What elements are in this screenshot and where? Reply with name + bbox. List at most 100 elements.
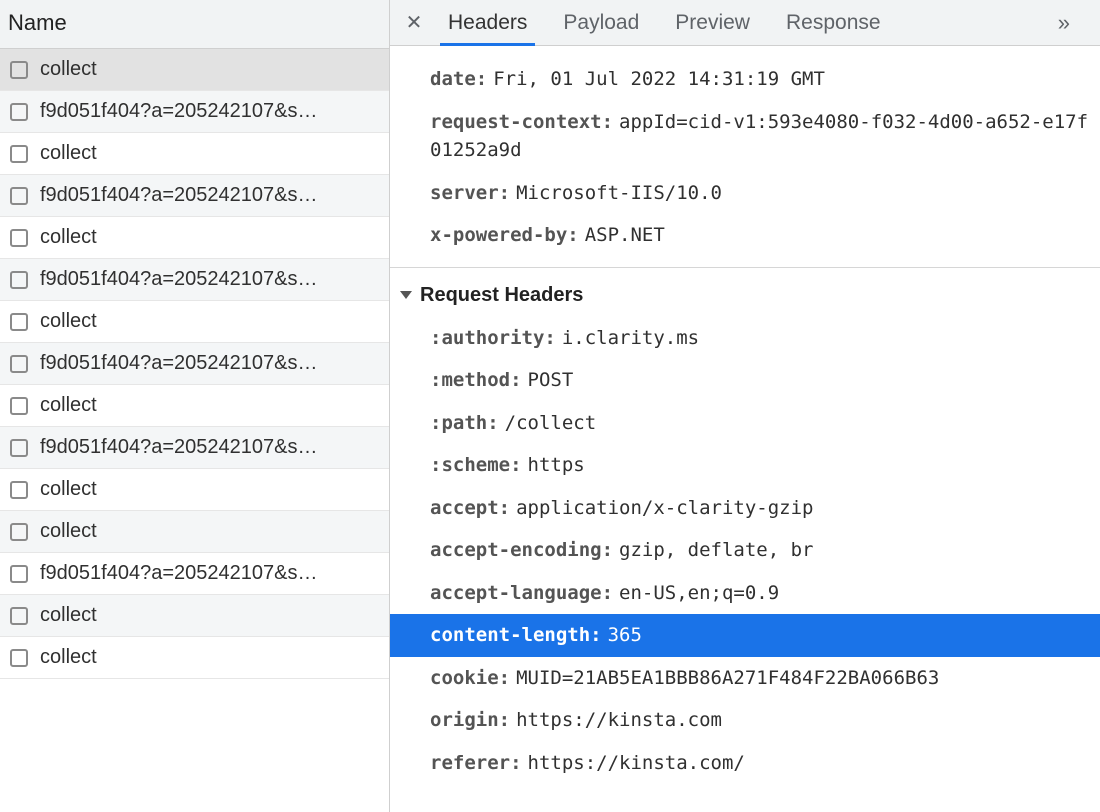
request-name: collect [40, 646, 97, 669]
checkbox-icon[interactable] [10, 523, 28, 541]
checkbox-icon[interactable] [10, 481, 28, 499]
header-value: application/x-clarity-gzip [516, 497, 813, 519]
header-value: en-US,en;q=0.9 [619, 582, 779, 604]
header-key: content-length: [430, 624, 602, 646]
checkbox-icon[interactable] [10, 145, 28, 163]
header-value: https [528, 454, 585, 476]
header-row[interactable]: :scheme: https [390, 444, 1100, 487]
header-row[interactable]: request-context:appId=cid-v1:593e4080-f0… [390, 101, 1100, 172]
request-row[interactable]: f9d051f404?a=205242107&s… [0, 427, 389, 469]
header-value: Microsoft-IIS/10.0 [516, 182, 722, 204]
header-key: date: [430, 68, 487, 90]
headers-pane: date: Fri, 01 Jul 2022 14:31:19 GMT reques… [390, 46, 1100, 812]
header-key: server: [430, 182, 510, 204]
request-name: collect [40, 142, 97, 165]
request-row[interactable]: f9d051f404?a=205242107&s… [0, 343, 389, 385]
request-name: collect [40, 310, 97, 333]
checkbox-icon[interactable] [10, 607, 28, 625]
checkbox-icon[interactable] [10, 103, 28, 121]
header-key: accept-language: [430, 582, 613, 604]
more-tabs-icon[interactable]: » [1038, 10, 1092, 36]
header-row[interactable]: content-length:365 [390, 614, 1100, 657]
request-name: f9d051f404?a=205242107&s… [40, 100, 317, 123]
details-tabbar: ✕ HeadersPayloadPreviewResponse » [390, 0, 1100, 46]
header-value: POST [528, 369, 574, 391]
header-row[interactable]: date: Fri, 01 Jul 2022 14:31:19 GMT [390, 58, 1100, 101]
request-name: f9d051f404?a=205242107&s… [40, 184, 317, 207]
header-key: :authority: [430, 327, 556, 349]
header-row[interactable]: :authority: i.clarity.ms [390, 317, 1100, 360]
header-value: ASP.NET [585, 224, 665, 246]
request-details-panel: ✕ HeadersPayloadPreviewResponse » date: F… [390, 0, 1100, 812]
header-key: :path: [430, 412, 499, 434]
request-row[interactable]: f9d051f404?a=205242107&s… [0, 259, 389, 301]
tab-payload[interactable]: Payload [545, 0, 657, 45]
request-name: collect [40, 604, 97, 627]
header-value: Fri, 01 Jul 2022 14:31:19 GMT [493, 68, 825, 90]
request-row[interactable]: collect [0, 133, 389, 175]
tab-response[interactable]: Response [768, 0, 899, 45]
header-key: origin: [430, 709, 510, 731]
triangle-down-icon [400, 291, 412, 299]
header-value: gzip, deflate, br [619, 539, 813, 561]
request-row[interactable]: collect [0, 217, 389, 259]
header-row[interactable]: accept:application/x-clarity-gzip [390, 487, 1100, 530]
checkbox-icon[interactable] [10, 313, 28, 331]
checkbox-icon[interactable] [10, 61, 28, 79]
request-row[interactable]: collect [0, 595, 389, 637]
request-row[interactable]: collect [0, 385, 389, 427]
checkbox-icon[interactable] [10, 397, 28, 415]
checkbox-icon[interactable] [10, 439, 28, 457]
request-headers-title: Request Headers [420, 284, 583, 307]
header-key: accept-encoding: [430, 539, 613, 561]
tab-headers[interactable]: Headers [430, 0, 545, 45]
request-list-panel: Name collectf9d051f404?a=205242107&s…col… [0, 0, 390, 812]
header-row[interactable]: accept-encoding: gzip, deflate, br [390, 529, 1100, 572]
request-row[interactable]: f9d051f404?a=205242107&s… [0, 553, 389, 595]
checkbox-icon[interactable] [10, 271, 28, 289]
request-name: collect [40, 58, 97, 81]
header-value: /collect [505, 412, 597, 434]
checkbox-icon[interactable] [10, 229, 28, 247]
devtools-network: Name collectf9d051f404?a=205242107&s…col… [0, 0, 1100, 812]
column-header-name[interactable]: Name [0, 0, 389, 49]
header-value: MUID=21AB5EA1BBB86A271F484F22BA066B63 [516, 667, 939, 689]
request-row[interactable]: f9d051f404?a=205242107&s… [0, 175, 389, 217]
checkbox-icon[interactable] [10, 649, 28, 667]
response-headers-list: date: Fri, 01 Jul 2022 14:31:19 GMT reques… [390, 58, 1100, 257]
request-name: collect [40, 394, 97, 417]
request-headers-list: :authority: i.clarity.ms :method: POST :path… [390, 317, 1100, 785]
header-value: i.clarity.ms [562, 327, 699, 349]
header-key: referer: [430, 752, 522, 774]
header-row[interactable]: accept-language: en-US,en;q=0.9 [390, 572, 1100, 615]
tab-preview[interactable]: Preview [657, 0, 768, 45]
header-row[interactable]: referer: https://kinsta.com/ [390, 742, 1100, 785]
request-name: f9d051f404?a=205242107&s… [40, 562, 317, 585]
request-headers-section-toggle[interactable]: Request Headers [390, 267, 1100, 317]
header-key: :scheme: [430, 454, 522, 476]
header-key: x-powered-by: [430, 224, 579, 246]
request-row[interactable]: collect [0, 637, 389, 679]
request-row[interactable]: collect [0, 49, 389, 91]
tabs-container: HeadersPayloadPreviewResponse [430, 0, 899, 45]
request-list: collect f9d051f404?a=205242107&s… collect f… [0, 49, 389, 812]
header-row[interactable]: server: Microsoft-IIS/10.0 [390, 172, 1100, 215]
header-row[interactable]: x-powered-by: ASP.NET [390, 214, 1100, 257]
header-row[interactable]: :method: POST [390, 359, 1100, 402]
header-value: https://kinsta.com/ [528, 752, 745, 774]
header-row[interactable]: origin:https://kinsta.com [390, 699, 1100, 742]
request-row[interactable]: collect [0, 469, 389, 511]
request-name: collect [40, 226, 97, 249]
checkbox-icon[interactable] [10, 565, 28, 583]
request-row[interactable]: collect [0, 301, 389, 343]
header-row[interactable]: cookie: MUID=21AB5EA1BBB86A271F484F22BA06… [390, 657, 1100, 700]
header-key: :method: [430, 369, 522, 391]
checkbox-icon[interactable] [10, 355, 28, 373]
checkbox-icon[interactable] [10, 187, 28, 205]
request-row[interactable]: f9d051f404?a=205242107&s… [0, 91, 389, 133]
request-row[interactable]: collect [0, 511, 389, 553]
close-icon[interactable]: ✕ [398, 10, 430, 35]
request-name: f9d051f404?a=205242107&s… [40, 436, 317, 459]
header-key: cookie: [430, 667, 510, 689]
header-row[interactable]: :path: /collect [390, 402, 1100, 445]
